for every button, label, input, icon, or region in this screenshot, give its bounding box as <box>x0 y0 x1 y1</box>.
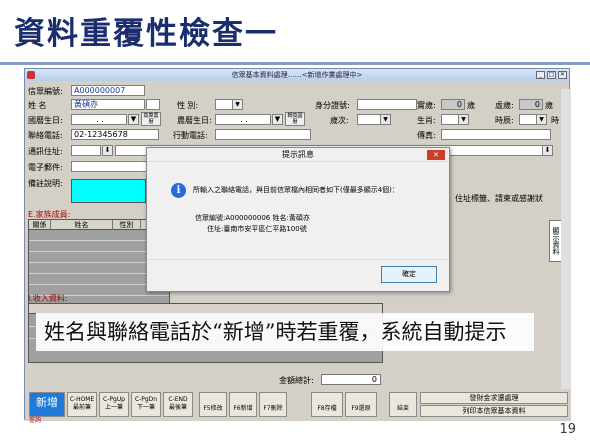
birthday-label: 國曆生日: <box>28 116 63 125</box>
convert-lunar-button[interactable]: 換算農曆 <box>141 112 161 126</box>
year-dropdown-icon[interactable]: ▼ <box>380 114 391 125</box>
address-label: 通訊住址: <box>28 147 63 156</box>
note-label: 備註說明: <box>28 179 63 188</box>
fax-label: 傳真: <box>417 131 436 140</box>
id-label: 身分證號: <box>315 101 350 110</box>
dialog-footer: 確定 <box>147 259 449 291</box>
member-no-field[interactable]: A000000007 <box>71 85 145 96</box>
lunar-dropdown-icon[interactable]: ▼ <box>272 114 283 125</box>
family-col-name: 姓名 <box>51 220 113 230</box>
phone-label: 聯絡電話: <box>28 131 63 140</box>
prompt-dialog: 提示訊息 ✕ i 所輸入之聯絡電話，與目前信眾檔內相同者如下(僅最多顯示4個)：… <box>146 147 450 292</box>
age-field: 0 <box>441 99 465 110</box>
query-label: 查詢 <box>29 417 42 424</box>
family-col-gender: 性別 <box>113 220 141 230</box>
name-label: 姓 名 <box>28 101 47 110</box>
last-record-label: 最後筆 <box>168 404 187 411</box>
page-number: 19 <box>559 422 576 437</box>
year-field[interactable] <box>357 114 381 125</box>
dialog-title: 提示訊息 <box>147 148 449 162</box>
zip-lookup-icon[interactable]: ⬇ <box>102 145 113 156</box>
f5-edit-button[interactable]: F5修改 <box>199 392 227 417</box>
minimize-icon[interactable]: _ <box>536 71 545 79</box>
hour-dropdown-icon[interactable]: ▼ <box>536 114 547 125</box>
first-record-key: C-HOME <box>69 396 95 403</box>
first-record-label: 最前筆 <box>72 404 91 411</box>
last-record-button[interactable]: C-END 最後筆 <box>163 392 193 417</box>
label-print-note: 住址標籤、請柬或感謝狀 <box>455 194 543 203</box>
hour-unit: 時 <box>551 116 559 125</box>
close-icon[interactable]: ✕ <box>558 71 567 79</box>
member-no-label: 信眾編號: <box>28 87 63 96</box>
f7-delete-button[interactable]: F7刪除 <box>259 392 287 417</box>
next-record-label: 下一筆 <box>136 404 155 411</box>
first-record-button[interactable]: C-HOME 最前筆 <box>67 392 97 417</box>
dialog-message: 所輸入之聯絡電話，與目前信眾檔內相同者如下(僅最多顯示4個)： <box>193 186 399 194</box>
dialog-detail-address: 住址:臺南市安平區仁平路100號 <box>207 225 307 233</box>
dialog-close-icon[interactable]: ✕ <box>427 150 445 160</box>
f8-save-button[interactable]: F8存檔 <box>311 392 343 417</box>
ok-button[interactable]: 確定 <box>381 266 437 283</box>
convert-solar-button[interactable]: 轉換國曆 <box>285 112 305 126</box>
birthday-dropdown-icon[interactable]: ▼ <box>128 114 139 125</box>
id-field[interactable] <box>357 99 417 110</box>
hour-field[interactable] <box>519 114 537 125</box>
f9-undo-button[interactable]: F9還原 <box>345 392 377 417</box>
lunar-birthday-field[interactable]: . . <box>215 114 271 125</box>
gender-dropdown-icon[interactable]: ▼ <box>232 99 243 110</box>
lunar-birthday-label: 農曆生日: <box>177 116 212 125</box>
name-ext-field[interactable] <box>146 99 160 110</box>
zip-field[interactable] <box>71 145 101 156</box>
prev-record-button[interactable]: C-PgUp 上一筆 <box>99 392 129 417</box>
zodiac-dropdown-icon[interactable]: ▼ <box>458 114 469 125</box>
email-label: 電子郵件: <box>28 163 63 172</box>
fund-return-button[interactable]: 發財金求還處理 <box>420 392 568 404</box>
new-button[interactable]: 新增 <box>29 392 65 417</box>
total-label: 金額總計: <box>279 376 314 385</box>
virtual-age-field: 0 <box>519 99 543 110</box>
birthday-field[interactable]: . . <box>71 114 127 125</box>
window-title: 信眾基本資料處理……<新增作業處理中> <box>231 71 363 79</box>
mobile-field[interactable] <box>215 129 311 140</box>
mobile-label: 行動電話: <box>173 131 208 140</box>
slide-title: 資料重覆性檢查一 <box>14 16 278 52</box>
age-label: 實歲: <box>417 101 436 110</box>
next-record-button[interactable]: C-PgDn 下一筆 <box>131 392 161 417</box>
window-titlebar: 信眾基本資料處理……<新增作業處理中> _ □ ✕ <box>25 69 569 81</box>
print-member-button[interactable]: 列印本信眾基本資料 <box>420 405 568 417</box>
dialog-detail-member: 信眾編號:A000000006 姓名:黃碩亦 <box>195 214 310 222</box>
age-unit: 歲 <box>467 101 475 110</box>
f6-new-button[interactable]: F6新增 <box>229 392 257 417</box>
bottom-toolbar: 新增 C-HOME 最前筆 C-PgUp 上一筆 C-PgDn 下一筆 C-END 最後… <box>25 389 571 424</box>
zodiac-label: 生肖: <box>417 116 436 125</box>
hour-label: 時辰: <box>495 116 514 125</box>
address-lookup-icon[interactable]: ⬇ <box>542 145 553 156</box>
gender-field[interactable] <box>215 99 233 110</box>
prev-record-label: 上一筆 <box>104 404 123 411</box>
caption-overlay: 姓名與聯絡電話於“新增”時若重覆，系統自動提示 <box>36 313 534 351</box>
virtual-age-unit: 歲 <box>545 101 553 110</box>
name-field[interactable]: 黃碩亦 <box>71 99 145 110</box>
next-record-key: C-PgDn <box>134 396 158 403</box>
family-col-relation: 關係 <box>29 220 51 230</box>
gender-label: 性 別: <box>177 101 199 110</box>
phone-field[interactable]: 02-12345678 <box>71 129 159 140</box>
title-divider <box>0 62 590 65</box>
vertical-scrollbar[interactable] <box>561 89 571 409</box>
fax-field[interactable] <box>441 129 551 140</box>
virtual-age-label: 虛歲: <box>495 101 514 110</box>
zodiac-field[interactable] <box>441 114 459 125</box>
app-icon <box>27 71 35 79</box>
year-label: 歲次: <box>330 116 349 125</box>
note-field[interactable] <box>71 179 146 203</box>
info-icon: i <box>171 183 186 198</box>
total-field: 0 <box>321 374 381 385</box>
maximize-icon[interactable]: □ <box>547 71 556 79</box>
close-button[interactable]: 結束 <box>389 392 417 417</box>
prev-record-key: C-PgUp <box>103 396 125 403</box>
last-record-key: C-END <box>168 396 188 403</box>
